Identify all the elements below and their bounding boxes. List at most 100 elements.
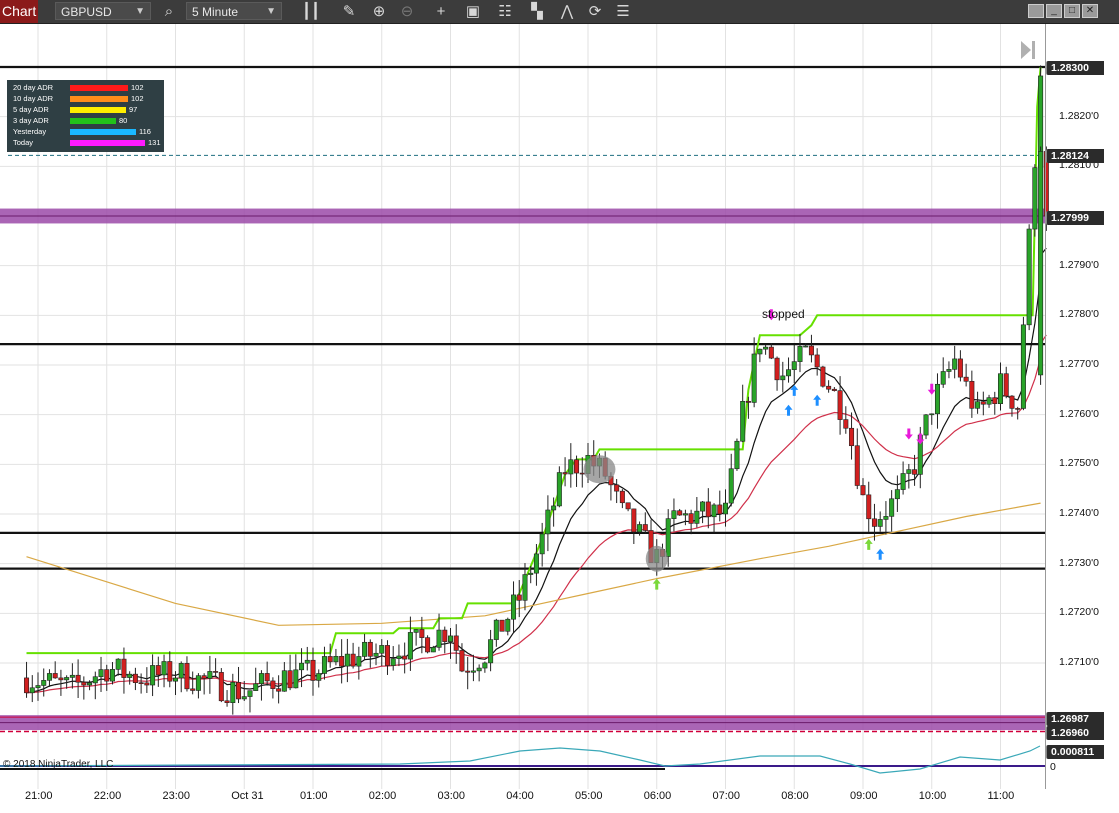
candle-body — [505, 618, 511, 632]
price-tick-label: 1.2770'0 — [1059, 358, 1099, 370]
adr-row: Yesterday 116 — [13, 126, 164, 137]
candle-body — [682, 513, 688, 516]
candle-body — [98, 669, 104, 678]
instrument-label: GBPUSD — [61, 5, 112, 19]
adr-bar — [70, 96, 128, 102]
data-box-icon[interactable]: ▣ — [462, 1, 484, 22]
candle-body — [929, 413, 935, 416]
adr-value: 80 — [119, 116, 128, 125]
candle-body — [957, 358, 963, 378]
buy-arrow-icon — [784, 404, 793, 416]
indicators-icon[interactable]: ▚ — [526, 1, 548, 22]
candle-body — [299, 662, 305, 671]
candle-body — [333, 655, 339, 663]
slow-moving-average-line — [26, 502, 1041, 626]
restore-icon[interactable] — [1028, 4, 1044, 18]
candle-body — [121, 658, 127, 678]
candle-body — [1032, 167, 1038, 230]
oscillator-panel — [0, 745, 1045, 774]
adr-label: 3 day ADR — [13, 116, 49, 125]
search-icon[interactable]: ⌕ — [158, 1, 180, 22]
candle-body — [138, 682, 144, 684]
candle-body — [167, 661, 173, 682]
candle-body — [694, 510, 700, 524]
candle-body — [677, 510, 683, 516]
price-chart[interactable] — [0, 24, 1119, 813]
oscillator-zero-label: 0 — [1046, 760, 1104, 774]
minimize-icon[interactable]: _ — [1046, 4, 1062, 18]
candle-body — [419, 629, 425, 638]
price-tick-label: 1.2730'0 — [1059, 556, 1099, 569]
price-label-dashed-level: 1.28124 — [1046, 149, 1104, 163]
candle-body — [539, 533, 545, 555]
buy-arrow-icon — [813, 394, 822, 406]
candle-body — [528, 572, 534, 575]
time-tick-label: 03:00 — [437, 790, 466, 802]
candle-body — [339, 655, 345, 667]
candle-body — [866, 494, 872, 520]
adr-label: Today — [13, 138, 34, 147]
adr-row: Today 131 — [13, 137, 164, 148]
chart-tab[interactable]: Chart — [0, 0, 38, 23]
instrument-selector[interactable]: GBPUSD ▼ — [55, 2, 151, 20]
properties-icon[interactable]: ☰ — [612, 1, 634, 22]
scroll-end-icon[interactable] — [1021, 41, 1035, 59]
candle-body — [671, 510, 677, 519]
adr-bar — [70, 140, 145, 146]
maximize-icon[interactable]: □ — [1064, 4, 1080, 18]
pencil-icon[interactable]: ✎ — [338, 1, 360, 22]
candle-body — [900, 473, 906, 490]
candle-body — [757, 348, 763, 355]
drawing-tools-icon[interactable]: ⋀ — [556, 1, 578, 22]
crosshair-icon[interactable]: + — [430, 1, 452, 22]
candle-body — [952, 358, 958, 370]
candle-body — [803, 345, 809, 348]
adr-row: 5 day ADR 97 — [13, 104, 164, 115]
candle-body — [533, 553, 539, 574]
adr-label: 5 day ADR — [13, 105, 49, 114]
bar-style-icon[interactable]: ┃┃ — [300, 1, 322, 22]
candle-body — [642, 524, 648, 531]
candle-body — [545, 509, 551, 535]
price-axis-border — [1045, 24, 1046, 789]
candle-body — [362, 641, 368, 657]
adr-panel: 20 day ADR 102 10 day ADR 102 5 day ADR 97 3 d… — [7, 80, 164, 152]
candle-body — [894, 489, 900, 500]
candle-body — [734, 440, 740, 470]
candle-body — [568, 459, 574, 475]
candle-body — [41, 680, 47, 686]
candle-body — [722, 502, 728, 515]
zoom-out-icon[interactable]: ⊖ — [396, 1, 418, 22]
price-tick-label: 1.2740'0 — [1059, 507, 1099, 519]
price-tick-label: 1.2780'0 — [1059, 308, 1099, 321]
candle-body — [425, 637, 431, 653]
candle-body — [407, 632, 413, 660]
candle-body — [52, 673, 58, 679]
refresh-icon[interactable]: ⟳ — [584, 1, 606, 22]
candle-body — [934, 383, 940, 415]
timeframe-selector[interactable]: 5 Minute ▼ — [186, 2, 282, 20]
strategies-icon[interactable]: ☷ — [494, 1, 516, 22]
candle-body — [258, 673, 264, 685]
candle-body — [562, 472, 568, 475]
zoom-in-icon[interactable]: ⊕ — [368, 1, 390, 22]
candle-body — [986, 397, 992, 405]
candle-body — [631, 508, 637, 533]
candle-body — [316, 673, 322, 681]
adr-label: 20 day ADR — [13, 83, 54, 92]
candle-body — [321, 656, 327, 674]
candle-body — [69, 674, 75, 678]
candle-body — [717, 504, 723, 515]
candle-body — [963, 376, 969, 382]
candle-body — [447, 635, 453, 642]
candle-body — [373, 652, 379, 657]
candle-body — [843, 419, 849, 429]
close-icon[interactable]: ✕ — [1082, 4, 1098, 18]
candle-body — [1015, 408, 1021, 410]
price-tick-label: 1.2710'0 — [1059, 656, 1099, 668]
candle-body — [281, 670, 287, 692]
candle-body — [516, 594, 522, 601]
candle-body — [224, 700, 230, 703]
copyright-text: © 2018 NinjaTrader, LLC — [3, 759, 114, 770]
candle-body — [178, 663, 184, 679]
